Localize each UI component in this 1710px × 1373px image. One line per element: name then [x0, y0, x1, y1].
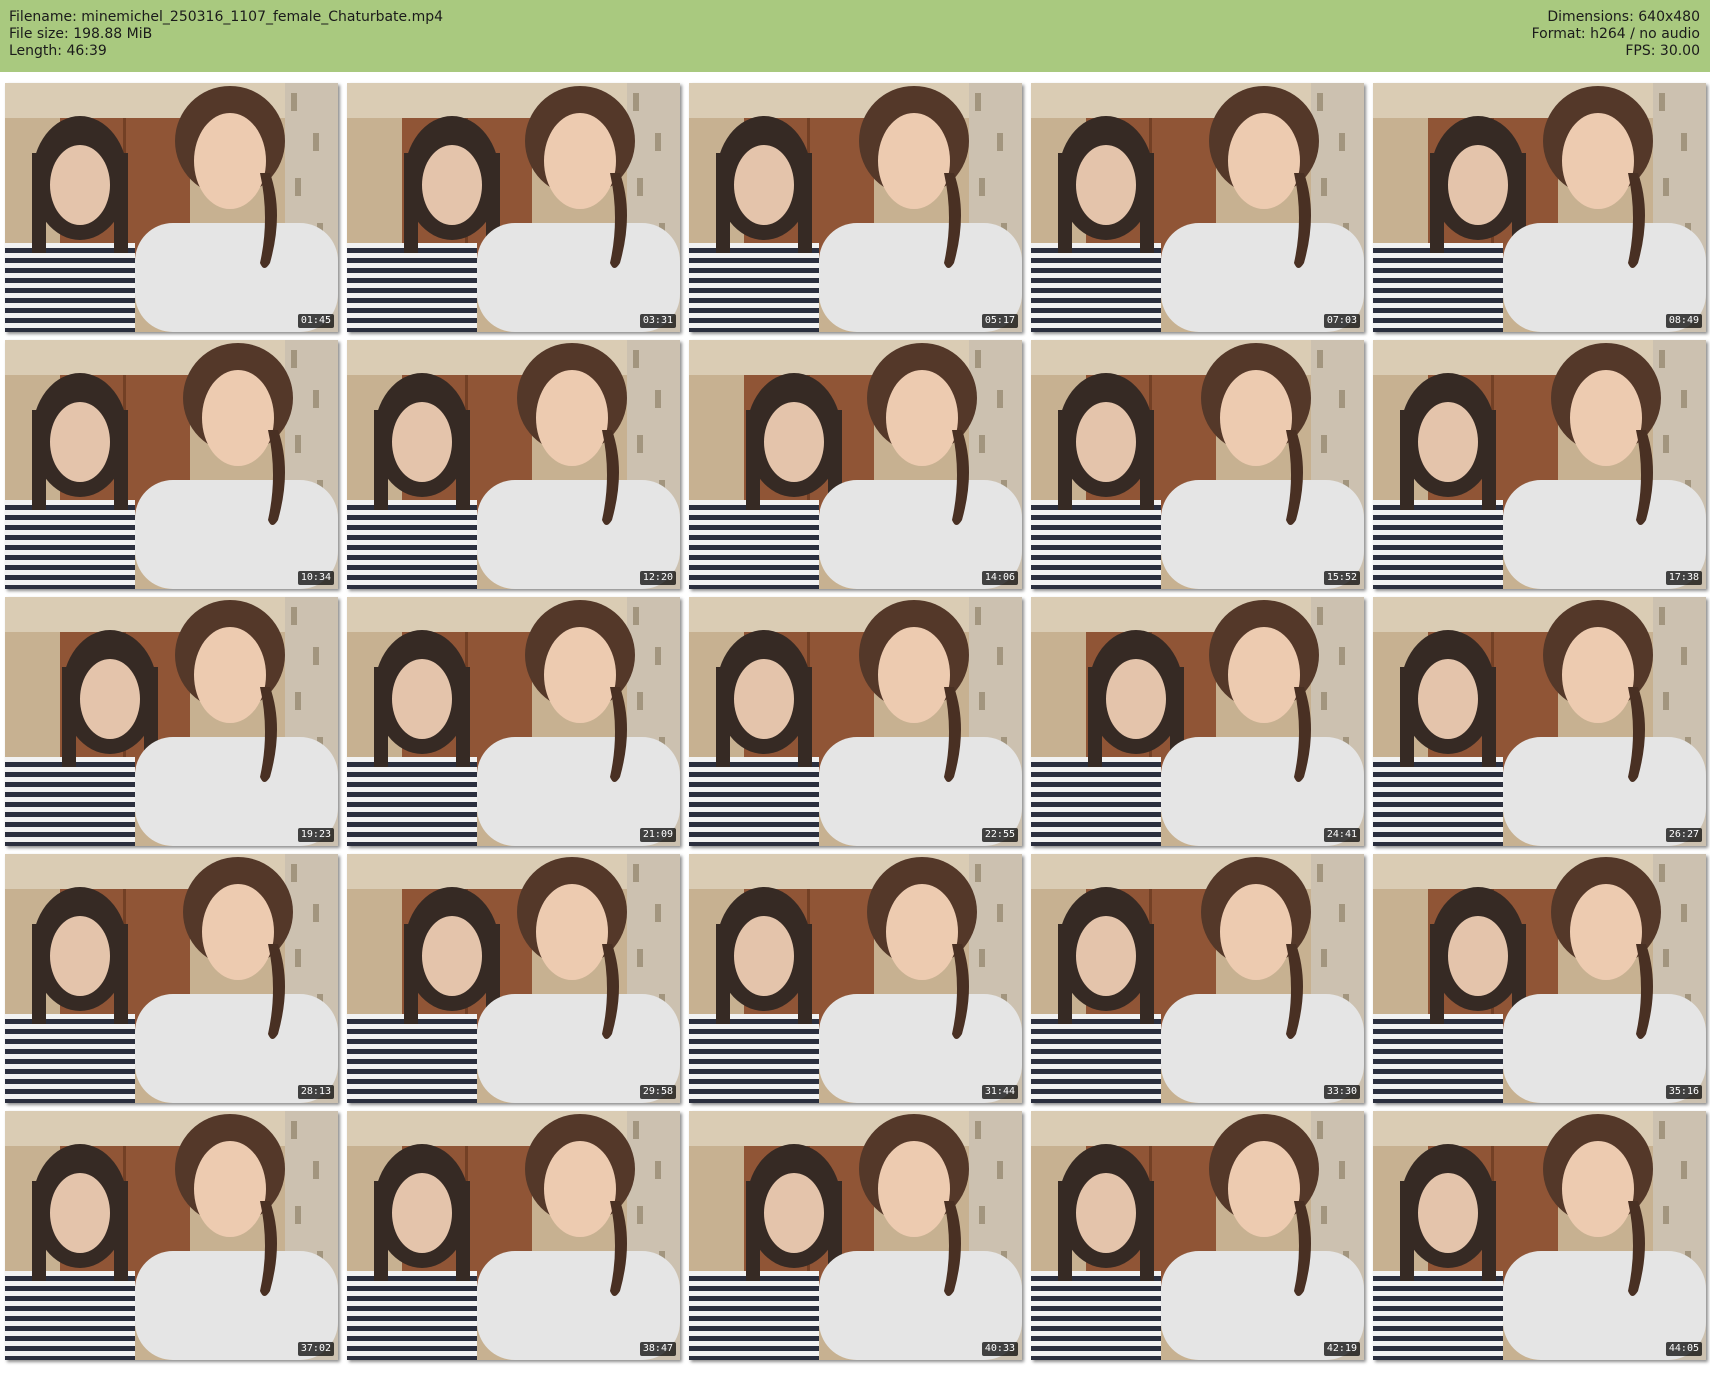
video-thumbnail: 35:16	[1373, 854, 1706, 1103]
timestamp-label: 03:31	[639, 314, 676, 328]
timestamp-label: 08:49	[1665, 314, 1702, 328]
timestamp-label: 01:45	[297, 314, 334, 328]
timestamp-label: 12:20	[639, 571, 676, 585]
timestamp-label: 37:02	[297, 1342, 334, 1356]
timestamp-label: 33:30	[1323, 1085, 1360, 1099]
video-thumbnail: 21:09	[347, 597, 680, 846]
format-text: Format: h264 / no audio	[1531, 26, 1700, 42]
video-thumbnail: 40:33	[689, 1111, 1022, 1360]
file-info-left: Filename: minemichel_250316_1107_female_…	[9, 9, 443, 60]
video-thumbnail: 15:52	[1031, 340, 1364, 589]
video-thumbnail: 03:31	[347, 83, 680, 332]
timestamp-label: 22:55	[981, 828, 1018, 842]
video-thumbnail: 44:05	[1373, 1111, 1706, 1360]
filesize-text: File size: 198.88 MiB	[9, 26, 153, 42]
timestamp-label: 24:41	[1323, 828, 1360, 842]
timestamp-label: 19:23	[297, 828, 334, 842]
video-thumbnail: 07:03	[1031, 83, 1364, 332]
video-thumbnail: 38:47	[347, 1111, 680, 1360]
timestamp-label: 35:16	[1665, 1085, 1702, 1099]
timestamp-label: 31:44	[981, 1085, 1018, 1099]
timestamp-label: 14:06	[981, 571, 1018, 585]
timestamp-label: 10:34	[297, 571, 334, 585]
dimensions-text: Dimensions: 640x480	[1547, 9, 1700, 25]
video-thumbnail: 31:44	[689, 854, 1022, 1103]
thumbnail-grid: 01:45 03:31 05:17 07:03 08:49 10:34 12:2…	[5, 83, 1706, 1360]
timestamp-label: 07:03	[1323, 314, 1360, 328]
video-thumbnail: 10:34	[5, 340, 338, 589]
video-thumbnail: 14:06	[689, 340, 1022, 589]
timestamp-label: 44:05	[1665, 1342, 1702, 1356]
video-thumbnail: 28:13	[5, 854, 338, 1103]
timestamp-label: 29:58	[639, 1085, 676, 1099]
video-thumbnail: 17:38	[1373, 340, 1706, 589]
filename-text: Filename: minemichel_250316_1107_female_…	[9, 9, 444, 25]
timestamp-label: 40:33	[981, 1342, 1018, 1356]
timestamp-label: 28:13	[297, 1085, 334, 1099]
video-thumbnail: 05:17	[689, 83, 1022, 332]
video-thumbnail: 22:55	[689, 597, 1022, 846]
video-thumbnail: 33:30	[1031, 854, 1364, 1103]
fps-text: FPS: 30.00	[1625, 43, 1700, 59]
video-thumbnail: 19:23	[5, 597, 338, 846]
file-info-right: Dimensions: 640x480 Format: h264 / no au…	[1532, 9, 1700, 60]
video-thumbnail: 08:49	[1373, 83, 1706, 332]
video-thumbnail: 01:45	[5, 83, 338, 332]
video-thumbnail: 12:20	[347, 340, 680, 589]
length-text: Length: 46:39	[9, 43, 107, 59]
timestamp-label: 42:19	[1323, 1342, 1360, 1356]
video-thumbnail: 29:58	[347, 854, 680, 1103]
info-header: Filename: minemichel_250316_1107_female_…	[0, 0, 1710, 72]
timestamp-label: 05:17	[981, 314, 1018, 328]
video-thumbnail: 37:02	[5, 1111, 338, 1360]
video-thumbnail: 24:41	[1031, 597, 1364, 846]
timestamp-label: 26:27	[1665, 828, 1702, 842]
timestamp-label: 17:38	[1665, 571, 1702, 585]
video-thumbnail: 26:27	[1373, 597, 1706, 846]
video-thumbnail: 42:19	[1031, 1111, 1364, 1360]
timestamp-label: 38:47	[639, 1342, 676, 1356]
timestamp-label: 21:09	[639, 828, 676, 842]
timestamp-label: 15:52	[1323, 571, 1360, 585]
